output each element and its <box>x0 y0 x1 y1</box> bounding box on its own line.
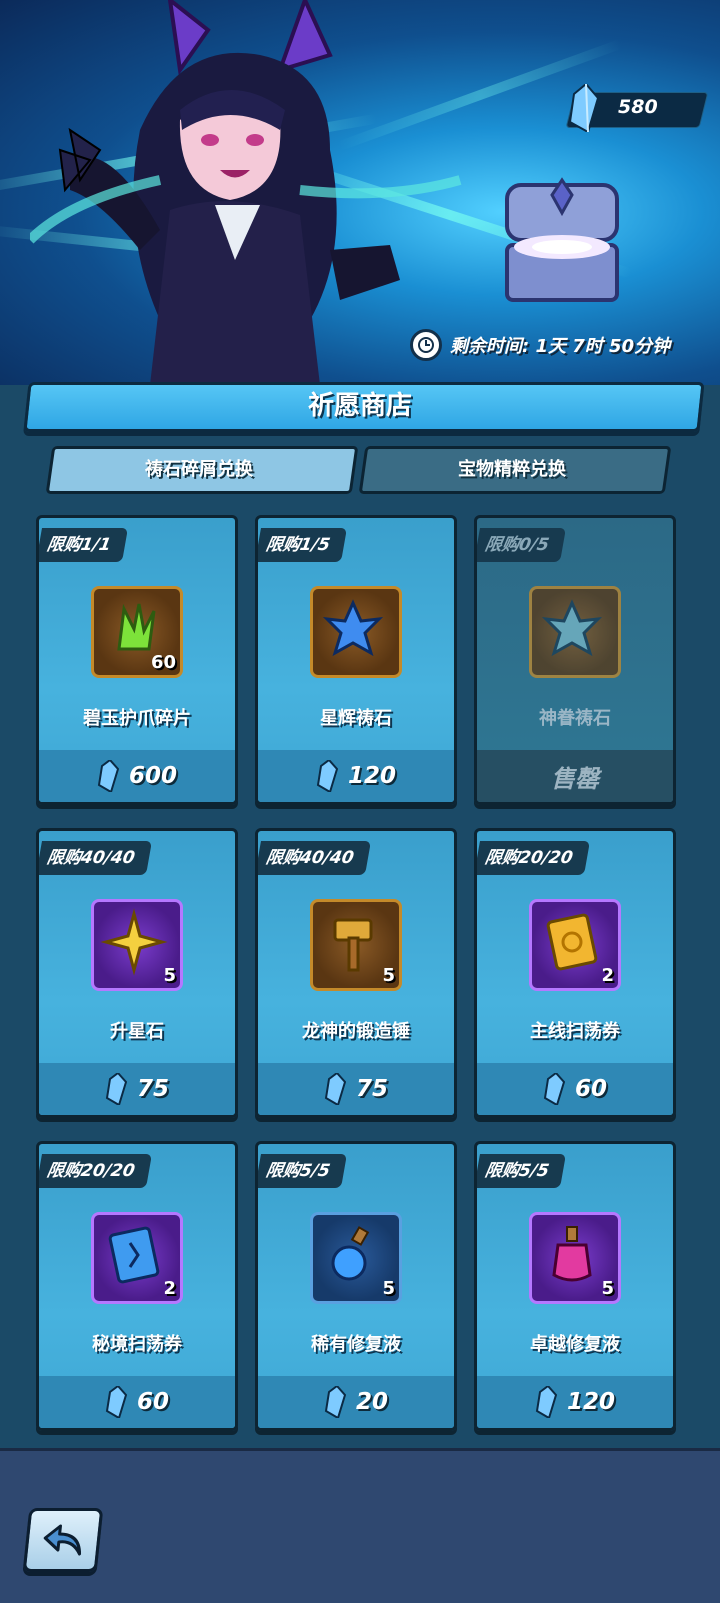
tab-stone-exchange-label[interactable]: 祷石碎屑兑换 <box>49 455 349 481</box>
remaining-time: 剩余时间: 1天 7时 50分钟 <box>450 336 671 357</box>
item-name: 秘境扫荡券 <box>92 1334 182 1355</box>
shop-item-card[interactable]: 限购40/40 5 龙神的锻造锤 75 <box>255 828 457 1118</box>
crystal-icon <box>568 84 600 132</box>
purchase-limit: 限购40/40 <box>39 841 152 875</box>
price-button[interactable]: 75 <box>258 1063 454 1115</box>
bottom-bar <box>0 1448 720 1603</box>
back-button[interactable] <box>22 1508 104 1572</box>
price-button[interactable]: 120 <box>477 1376 673 1428</box>
purchase-limit: 限购20/20 <box>477 841 590 875</box>
hero-banner: 580 剩余时间: 1天 7时 50分钟 <box>0 0 720 385</box>
main-sweep-ticket-icon: 2 <box>529 899 621 991</box>
crystal-icon <box>324 1073 346 1105</box>
item-quantity: 2 <box>163 1278 176 1299</box>
rare-potion-icon: 5 <box>310 1212 402 1304</box>
shop-item-card[interactable]: 限购20/20 2 秘境扫荡券 60 <box>36 1141 238 1431</box>
purchase-limit: 限购5/5 <box>477 1154 566 1188</box>
purchase-limit: 限购20/20 <box>39 1154 152 1188</box>
item-quantity: 5 <box>382 1278 395 1299</box>
item-quantity: 5 <box>163 965 176 986</box>
shop-item-card[interactable]: 限购20/20 2 主线扫荡券 60 <box>474 828 676 1118</box>
item-quantity: 2 <box>601 965 614 986</box>
crystal-icon <box>316 760 338 792</box>
crystal-icon <box>543 1073 565 1105</box>
item-name: 升星石 <box>110 1021 164 1042</box>
crystal-icon <box>105 1386 127 1418</box>
price-button[interactable]: 120 <box>258 750 454 802</box>
epic-potion-icon: 5 <box>529 1212 621 1304</box>
item-price: 20 <box>355 1389 388 1415</box>
item-name: 星辉祷石 <box>320 708 392 729</box>
purchase-limit: 限购40/40 <box>258 841 371 875</box>
item-name: 稀有修复液 <box>311 1334 401 1355</box>
crystal-icon <box>324 1386 346 1418</box>
tab-treasure-exchange-label[interactable]: 宝物精粹兑换 <box>362 455 662 481</box>
star-up-stone-icon: 5 <box>91 899 183 991</box>
item-price: 75 <box>355 1076 388 1102</box>
shop-item-card[interactable]: 限购1/5 星辉祷石 120 <box>255 515 457 805</box>
crystal-icon <box>97 760 119 792</box>
item-quantity: 60 <box>150 652 176 673</box>
shop-item-card-sold-out: 限购0/5 神眷祷石 售罄 <box>474 515 676 805</box>
purchase-limit: 限购0/5 <box>477 528 566 562</box>
item-price: 600 <box>128 763 177 789</box>
price-button[interactable]: 600 <box>39 750 235 802</box>
item-name: 主线扫荡券 <box>530 1021 620 1042</box>
crystal-icon <box>535 1386 557 1418</box>
event-timer: 剩余时间: 1天 7时 50分钟 <box>410 328 670 362</box>
purchase-limit: 限购1/1 <box>39 528 128 562</box>
shop-title: 祈愿商店 <box>307 391 412 421</box>
shop-item-card[interactable]: 限购1/1 60 碧玉护爪碎片 600 <box>36 515 238 805</box>
sold-out-bar: 售罄 <box>477 750 673 802</box>
item-price: 60 <box>574 1076 607 1102</box>
price-button[interactable]: 60 <box>477 1063 673 1115</box>
item-name: 龙神的锻造锤 <box>302 1021 410 1042</box>
back-arrow-icon <box>43 1524 82 1556</box>
character-illustration <box>30 0 462 385</box>
jade-claw-fragment-icon: 60 <box>91 586 183 678</box>
item-price: 60 <box>136 1389 169 1415</box>
crystal-icon <box>105 1073 127 1105</box>
price-button[interactable]: 20 <box>258 1376 454 1428</box>
secret-sweep-ticket-icon: 2 <box>91 1212 183 1304</box>
sold-out-label: 售罄 <box>551 764 599 793</box>
item-name: 卓越修复液 <box>530 1334 620 1355</box>
shop-item-card[interactable]: 限购5/5 5 稀有修复液 20 <box>255 1141 457 1431</box>
item-name: 神眷祷石 <box>539 708 611 729</box>
item-name: 碧玉护爪碎片 <box>83 708 191 729</box>
currency-amount: 580 <box>618 96 658 118</box>
item-quantity: 5 <box>382 965 395 986</box>
item-quantity: 5 <box>601 1278 614 1299</box>
starlight-stone-icon <box>310 586 402 678</box>
price-button[interactable]: 60 <box>39 1376 235 1428</box>
purchase-limit: 限购5/5 <box>258 1154 347 1188</box>
item-price: 120 <box>566 1389 615 1415</box>
shop-item-card[interactable]: 限购5/5 5 卓越修复液 120 <box>474 1141 676 1431</box>
item-price: 120 <box>347 763 396 789</box>
shop-item-card[interactable]: 限购40/40 5 升星石 75 <box>36 828 238 1118</box>
price-button[interactable]: 75 <box>39 1063 235 1115</box>
clock-icon <box>410 329 442 361</box>
divine-stone-icon <box>529 586 621 678</box>
treasure-chest-icon <box>505 177 619 302</box>
forging-hammer-icon: 5 <box>310 899 402 991</box>
purchase-limit: 限购1/5 <box>258 528 347 562</box>
item-price: 75 <box>136 1076 169 1102</box>
